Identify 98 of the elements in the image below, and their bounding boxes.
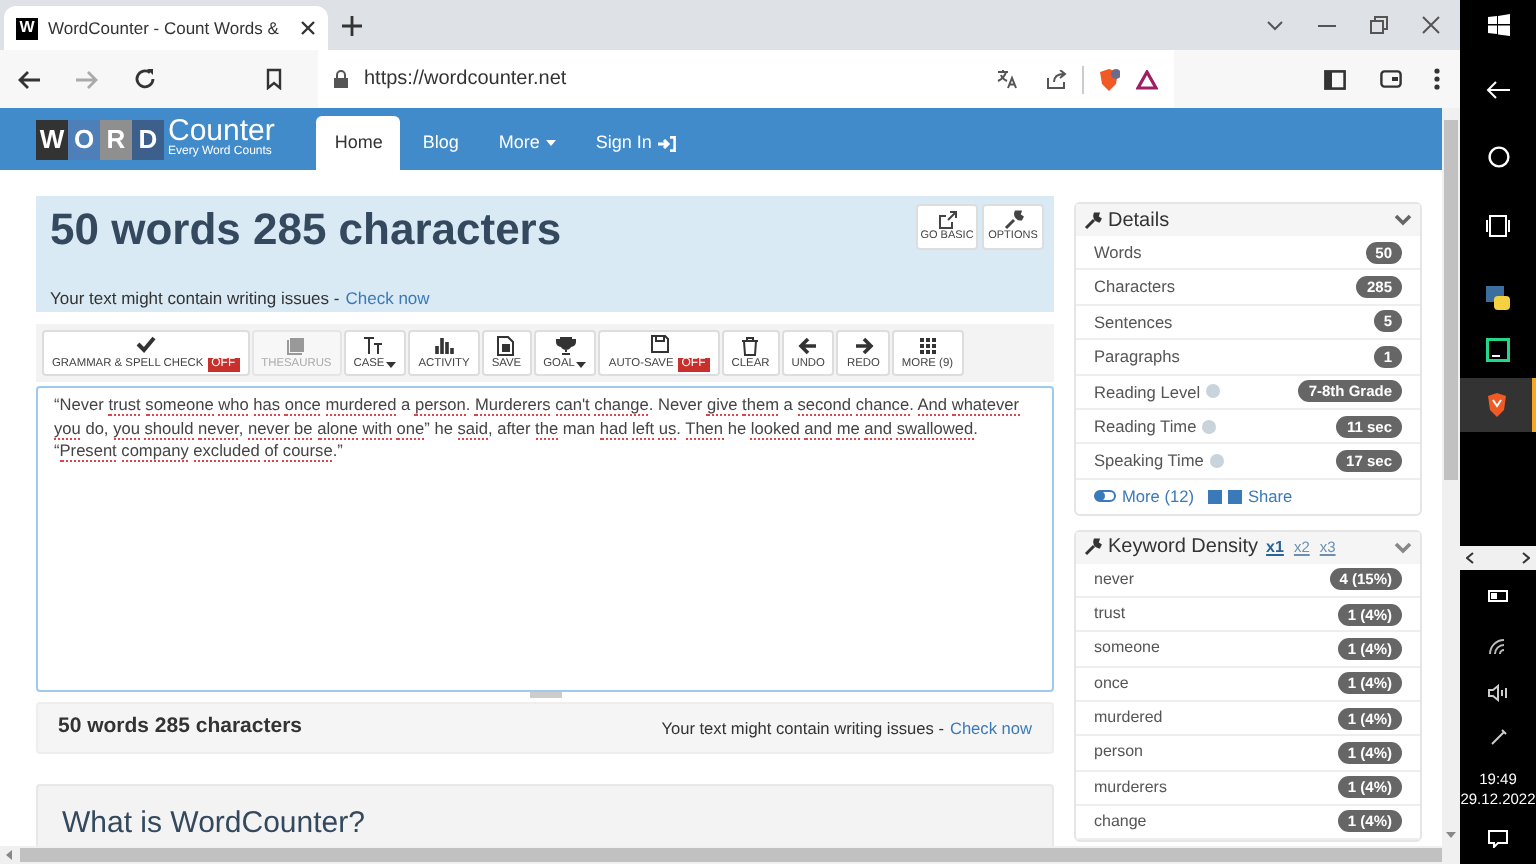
caret-icon (545, 140, 556, 146)
nav-link[interactable]: Home (316, 116, 401, 170)
sign-in-icon (657, 135, 676, 151)
trophy-icon (555, 335, 575, 356)
stat-label: Characters (1094, 274, 1176, 300)
wifi-icon[interactable] (1488, 638, 1508, 656)
restore-icon[interactable] (1370, 16, 1388, 34)
wrench-icon (1084, 538, 1102, 557)
wrench-icon (1003, 210, 1023, 231)
logo-name: Counter (168, 118, 275, 146)
grid-icon (917, 335, 938, 356)
toggle-icon (1094, 490, 1116, 503)
sidebar-icon[interactable] (1324, 69, 1346, 89)
scrollbar-thumb[interactable] (1444, 120, 1458, 480)
stat-label: Sentences (1094, 309, 1173, 335)
windows-logo-icon[interactable] (1487, 14, 1509, 36)
address-bar[interactable]: https://wordcounter.net (318, 50, 1174, 108)
keyword-label: murderers (1094, 775, 1167, 800)
chevron-down-icon[interactable] (1266, 19, 1284, 31)
triangle-icon[interactable] (1136, 69, 1158, 89)
nav-link[interactable]: Blog (404, 116, 477, 170)
horizontal-scrollbar[interactable] (0, 846, 1442, 864)
external-link-icon (937, 210, 957, 231)
scroll-down-icon[interactable] (1446, 832, 1456, 840)
speaker-icon[interactable] (1487, 684, 1509, 702)
checkmark-icon (135, 334, 156, 354)
logo-letter: R (100, 119, 132, 159)
right-arrow-icon (853, 335, 874, 356)
stat-label: Speaking Time (1094, 448, 1204, 474)
shield-icon[interactable] (1098, 67, 1120, 91)
scrollbar-thumb[interactable] (20, 848, 1442, 862)
more-link[interactable]: More (12) (1122, 484, 1194, 509)
details-title: Details (1108, 207, 1170, 235)
left-arrow-icon (798, 335, 819, 356)
chevron-down-icon[interactable] (1394, 214, 1412, 226)
notification-icon[interactable] (1488, 830, 1508, 848)
section-heading: What is WordCounter? (62, 806, 367, 842)
word-count-summary: 50 words 285 characters (58, 712, 302, 743)
reload-icon[interactable] (134, 68, 156, 90)
word-count-heading: 50 words 285 characters (50, 202, 562, 258)
check-now-link[interactable]: Check now (949, 715, 1032, 741)
bar-chart-icon (434, 335, 455, 356)
text-case-icon (364, 335, 385, 356)
stat-label: Reading Level (1094, 379, 1201, 404)
nav-link[interactable]: More (480, 116, 574, 170)
close-icon[interactable] (300, 20, 316, 36)
menu-icon[interactable] (1434, 68, 1440, 90)
browser-tab[interactable]: W WordCounter - Count Words & (4, 6, 328, 50)
trash-icon (740, 335, 761, 356)
scroll-left-icon[interactable] (1466, 552, 1474, 564)
writing-issues-notice: Your text might contain writing issues - (50, 286, 340, 312)
stat-label: Reading Time (1094, 413, 1197, 439)
circle-icon[interactable] (1487, 146, 1509, 168)
keyword-label: someone (1094, 636, 1160, 661)
share-link[interactable]: Share (1247, 484, 1293, 509)
file-icon (496, 335, 517, 356)
caret-icon (386, 361, 397, 368)
density-tab[interactable]: x1 (1266, 535, 1284, 560)
vertical-scrollbar[interactable] (1442, 108, 1460, 864)
lock-icon (334, 70, 348, 88)
keyword-label: person (1094, 740, 1143, 765)
stat-label: Paragraphs (1094, 344, 1180, 370)
resize-handle[interactable] (529, 692, 561, 698)
new-tab-icon[interactable] (342, 16, 362, 36)
back-arrow-icon[interactable] (18, 69, 40, 89)
book-icon (286, 335, 307, 356)
chevron-down-icon[interactable] (1394, 541, 1412, 554)
scroll-right-icon[interactable] (1522, 552, 1530, 564)
translate-icon[interactable] (996, 68, 1018, 90)
caret-icon (576, 361, 587, 368)
keyword-label: trust (1094, 602, 1126, 627)
keyword-label: once (1094, 671, 1129, 696)
keyword-label: never (1094, 567, 1135, 592)
url-text: https://wordcounter.net (364, 66, 569, 94)
logo-letter: W (36, 119, 68, 159)
editor-text: “Never trust someone who has once murdered a person. Murderers can't change. Never give them a second chance. And whatever you do, you should never, never be alone with one” he said, after the man had left us. Then he looked and me and swallowed. “Present company excluded of course.” (54, 394, 1021, 464)
active-app-tile[interactable] (1460, 378, 1536, 432)
check-now-link[interactable]: Check now (345, 286, 430, 312)
keyword-label: change (1094, 809, 1147, 834)
keyword-density-title: Keyword Density (1108, 534, 1259, 563)
favicon-icon: W (16, 17, 38, 39)
pen-icon[interactable] (1489, 728, 1507, 746)
task-view-icon[interactable] (1486, 214, 1510, 238)
minimize-icon[interactable] (1318, 23, 1336, 27)
stat-label: Words (1094, 239, 1142, 265)
tab-title: WordCounter - Count Words & (48, 15, 279, 41)
keyword-label: murdered (1094, 706, 1163, 731)
logo-letter: D (132, 119, 164, 159)
battery-icon[interactable] (1487, 590, 1509, 602)
close-icon[interactable] (1422, 16, 1440, 34)
share-icon[interactable] (1046, 69, 1068, 89)
wrench-icon (1084, 211, 1102, 229)
logo-letter: O (68, 119, 100, 159)
writing-issues-notice: Your text might contain writing issues - (661, 715, 944, 741)
wallet-icon[interactable] (1380, 70, 1402, 88)
bookmark-icon[interactable] (266, 68, 282, 90)
text-editor[interactable] (36, 386, 1054, 692)
nav-link[interactable]: Sign In (577, 116, 694, 170)
